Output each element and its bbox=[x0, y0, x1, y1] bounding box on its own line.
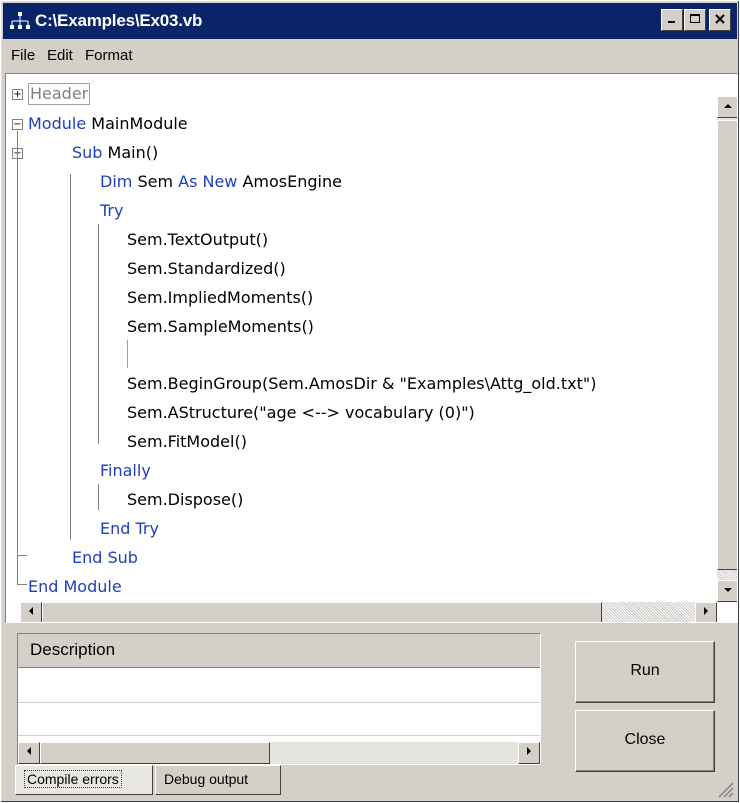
code-line: Sem.TextOutput() bbox=[127, 230, 269, 249]
keyword: Sub bbox=[72, 143, 103, 162]
arrow-left-icon bbox=[29, 607, 33, 615]
menu-file[interactable]: File bbox=[11, 47, 35, 64]
vertical-scrollbar[interactable] bbox=[717, 96, 737, 602]
fold-guide bbox=[70, 174, 71, 540]
code-line: Try bbox=[100, 201, 124, 220]
close-window-button[interactable] bbox=[709, 9, 731, 31]
maximize-button[interactable] bbox=[684, 9, 706, 31]
minimize-icon bbox=[668, 21, 675, 23]
scroll-thumb[interactable] bbox=[42, 602, 602, 622]
editor-window: C:\Examples\Ex03.vb File Edit Format + −… bbox=[0, 0, 740, 803]
tab-debug-output[interactable]: Debug output bbox=[155, 765, 281, 795]
title-bar[interactable]: C:\Examples\Ex03.vb bbox=[3, 3, 737, 39]
code-text: Sem bbox=[132, 172, 179, 191]
menu-format[interactable]: Format bbox=[85, 47, 133, 64]
scroll-up-button[interactable] bbox=[717, 96, 737, 118]
scroll-left-button[interactable] bbox=[20, 602, 42, 622]
collapse-icon[interactable]: − bbox=[12, 119, 23, 130]
expand-icon[interactable]: + bbox=[12, 89, 23, 100]
horizontal-scrollbar[interactable] bbox=[18, 742, 540, 764]
description-column-header[interactable]: Description bbox=[18, 634, 540, 668]
maximize-icon bbox=[690, 14, 700, 23]
scroll-left-button[interactable] bbox=[18, 742, 40, 764]
list-row-divider bbox=[18, 702, 540, 703]
code-line: Sem.SampleMoments() bbox=[127, 317, 314, 336]
list-row-divider bbox=[18, 735, 540, 736]
arrow-down-icon bbox=[724, 588, 732, 592]
code-line: End Try bbox=[100, 519, 159, 538]
tab-compile-errors[interactable]: Compile errors bbox=[15, 765, 153, 795]
close-icon bbox=[715, 14, 725, 24]
code-line: Header bbox=[28, 79, 91, 108]
arrow-up-icon bbox=[724, 104, 732, 108]
minimize-button[interactable] bbox=[661, 9, 683, 31]
keyword: As New bbox=[178, 172, 238, 191]
code-line: Sem.AStructure("age <--> vocabulary (0)"… bbox=[127, 403, 475, 422]
arrow-right-icon bbox=[704, 607, 708, 615]
network-icon bbox=[10, 12, 30, 29]
close-button[interactable]: Close bbox=[575, 710, 715, 772]
fold-guide bbox=[98, 224, 99, 444]
horizontal-scrollbar[interactable] bbox=[20, 602, 717, 622]
keyword: Module bbox=[28, 114, 87, 133]
code-line: Sub Main() bbox=[72, 138, 158, 167]
fold-guide bbox=[17, 555, 27, 556]
code-line: End Sub bbox=[72, 548, 138, 567]
code-text: AmosEngine bbox=[237, 172, 342, 191]
window-title: C:\Examples\Ex03.vb bbox=[35, 11, 203, 30]
code-editor[interactable]: + − − Header Module MainModule Sub Main(… bbox=[5, 73, 738, 623]
code-area[interactable]: + − − Header Module MainModule Sub Main(… bbox=[6, 74, 714, 602]
scroll-thumb[interactable] bbox=[717, 120, 737, 570]
tab-label: Compile errors bbox=[24, 770, 122, 788]
menu-edit[interactable]: Edit bbox=[47, 47, 73, 64]
code-line: Sem.ImpliedMoments() bbox=[127, 288, 314, 307]
scroll-right-button[interactable] bbox=[695, 602, 717, 622]
fold-guide bbox=[98, 484, 99, 510]
code-line: End Module bbox=[28, 577, 122, 596]
resize-grip-icon[interactable] bbox=[713, 777, 735, 799]
scroll-right-button[interactable] bbox=[518, 742, 540, 764]
fold-guide bbox=[17, 131, 18, 585]
code-text: MainModule bbox=[86, 114, 188, 133]
code-line: Finally bbox=[100, 461, 151, 480]
code-line: Module MainModule bbox=[28, 109, 188, 138]
code-line: Sem.BeginGroup(Sem.AmosDir & "Examples\A… bbox=[127, 374, 597, 393]
code-line: Sem.Dispose() bbox=[127, 490, 244, 509]
run-button[interactable]: Run bbox=[575, 641, 715, 703]
code-line: Sem.FitModel() bbox=[127, 432, 247, 451]
collapsed-header[interactable]: Header bbox=[28, 83, 91, 105]
arrow-left-icon bbox=[27, 747, 31, 755]
scroll-thumb[interactable] bbox=[40, 742, 270, 764]
fold-guide bbox=[17, 584, 27, 585]
code-line: Sem.Standardized() bbox=[127, 259, 286, 278]
menu-bar: File Edit Format bbox=[3, 41, 737, 71]
tab-label: Debug output bbox=[164, 771, 249, 787]
scroll-down-button[interactable] bbox=[717, 580, 737, 602]
keyword: Dim bbox=[100, 172, 133, 191]
code-line: Dim Sem As New AmosEngine bbox=[100, 167, 342, 196]
errors-list[interactable]: Description bbox=[17, 633, 541, 765]
arrow-right-icon bbox=[527, 747, 531, 755]
cursor-caret bbox=[127, 340, 128, 368]
code-text: Main() bbox=[102, 143, 159, 162]
